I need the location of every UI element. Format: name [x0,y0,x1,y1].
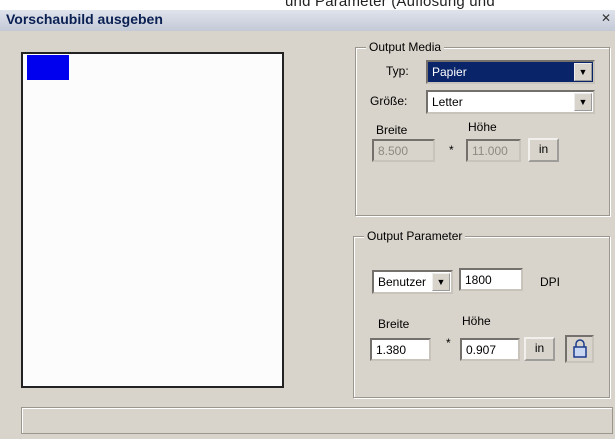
param-width-value: 1.380 [376,343,407,357]
output-media-group: Output Media Typ: Papier ▼ Größe: Letter… [355,40,610,216]
media-width-value: 8.500 [378,144,409,158]
param-unit-button[interactable]: in [524,337,555,361]
mode-select-value: Benutzer [378,275,427,289]
dpi-label: DPI [540,275,561,289]
chevron-down-icon[interactable]: ▼ [574,93,592,111]
param-height-field[interactable]: 0.907 [460,338,520,361]
cropped-caption-text: und Parameter (Auflösung und [285,0,495,10]
media-height-label: Höhe [468,120,497,134]
media-width-label: Breite [376,123,408,137]
param-height-value: 0.907 [466,343,497,357]
preview-canvas [21,52,284,388]
chevron-down-icon[interactable]: ▼ [432,273,450,291]
lock-icon [572,339,587,358]
media-width-field: 8.500 [372,139,435,162]
window-title: Vorschaubild ausgeben [6,11,163,27]
status-bar [21,407,613,434]
size-select-value: Letter [432,95,463,109]
dpi-value: 1800 [465,273,492,287]
param-width-field[interactable]: 1.380 [370,338,431,361]
output-parameter-group: Output Parameter Benutzer ▼ 1800 DPI Bre… [353,229,610,398]
multiply-sign: * [449,143,454,157]
dialog-body: Output Media Typ: Papier ▼ Größe: Letter… [0,31,615,439]
dpi-field[interactable]: 1800 [459,268,523,291]
media-height-field: 11.000 [466,139,521,162]
window-titlebar[interactable]: Vorschaubild ausgeben ✕ [0,10,615,31]
param-width-label: Breite [378,317,410,331]
type-select[interactable]: Papier ▼ [426,60,595,84]
param-height-label: Höhe [462,314,491,328]
chevron-down-icon[interactable]: ▼ [574,63,592,81]
type-select-value: Papier [432,65,467,79]
size-select[interactable]: Letter ▼ [426,90,595,114]
aspect-lock-button[interactable] [565,335,594,363]
multiply-sign: * [446,336,451,350]
close-icon[interactable]: ✕ [601,11,611,25]
media-height-value: 11.000 [472,144,508,158]
output-parameter-legend: Output Parameter [364,229,466,243]
output-media-legend: Output Media [366,40,445,54]
mode-select[interactable]: Benutzer ▼ [372,270,453,294]
media-unit-button[interactable]: in [528,138,559,162]
size-label: Größe: [370,94,408,108]
preview-image-marker [27,55,69,80]
type-label: Typ: [386,64,409,78]
